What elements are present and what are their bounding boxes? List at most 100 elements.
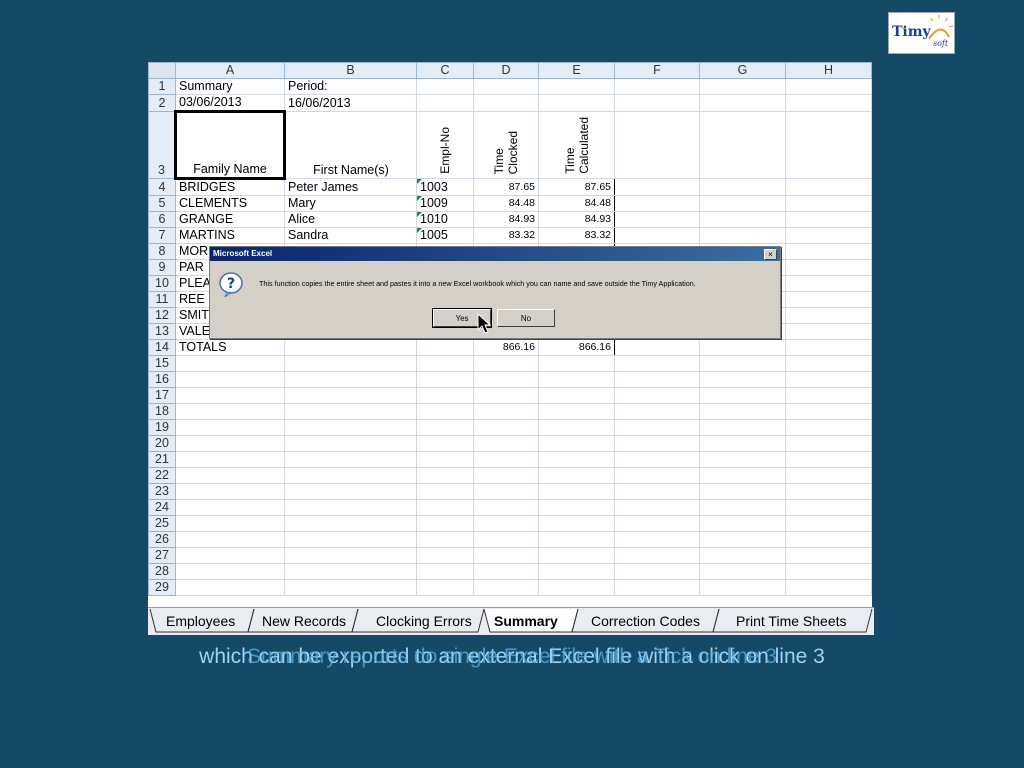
- sheet-tab-summary[interactable]: Summary: [494, 613, 558, 629]
- cell-h[interactable]: [785, 451, 872, 468]
- cell-c[interactable]: [416, 531, 474, 548]
- cell-d[interactable]: [473, 403, 539, 420]
- cell-e[interactable]: [538, 579, 615, 596]
- cell-g[interactable]: [699, 339, 786, 356]
- cell-g[interactable]: [699, 563, 786, 580]
- cell-d[interactable]: [473, 563, 539, 580]
- cell-e[interactable]: [538, 94, 615, 112]
- cell-a[interactable]: [175, 515, 285, 532]
- row-header[interactable]: 27: [148, 547, 176, 564]
- cell-a[interactable]: [175, 403, 285, 420]
- row-header[interactable]: 26: [148, 531, 176, 548]
- cell-d[interactable]: [473, 355, 539, 372]
- cell-b[interactable]: [284, 403, 417, 420]
- row-header[interactable]: 10: [148, 275, 176, 292]
- row-header[interactable]: 29: [148, 579, 176, 596]
- cell-c[interactable]: [416, 451, 474, 468]
- column-header-d[interactable]: D: [473, 62, 539, 79]
- cell-g[interactable]: [699, 211, 786, 228]
- cell-d[interactable]: 87.65: [473, 178, 539, 196]
- cell-d[interactable]: [473, 467, 539, 484]
- row-header[interactable]: 1: [148, 78, 176, 95]
- cell-h[interactable]: [785, 563, 872, 580]
- cell-b[interactable]: [284, 547, 417, 564]
- cell-f[interactable]: [614, 211, 700, 228]
- cell-f[interactable]: [614, 563, 700, 580]
- cell-b[interactable]: Peter James: [284, 178, 417, 196]
- cell-h[interactable]: [785, 579, 872, 596]
- cell-g[interactable]: [699, 94, 786, 112]
- row-header[interactable]: 2: [148, 94, 176, 112]
- cell-a[interactable]: [175, 531, 285, 548]
- cell-c[interactable]: [416, 355, 474, 372]
- cell-d[interactable]: [473, 78, 539, 95]
- cell-a[interactable]: GRANGE: [175, 211, 285, 228]
- cell-d[interactable]: [473, 483, 539, 500]
- cell-b[interactable]: 16/06/2013: [284, 94, 417, 112]
- cell-g[interactable]: [699, 387, 786, 404]
- cell-g[interactable]: [699, 451, 786, 468]
- close-button[interactable]: ×: [764, 249, 777, 260]
- cell-g[interactable]: [699, 195, 786, 212]
- row-header[interactable]: 23: [148, 483, 176, 500]
- cell-h[interactable]: [785, 323, 872, 340]
- cell-h[interactable]: [785, 403, 872, 420]
- cell-a[interactable]: [175, 483, 285, 500]
- cell-c[interactable]: [416, 403, 474, 420]
- column-header-e[interactable]: E: [538, 62, 615, 79]
- cell-f[interactable]: [614, 195, 700, 212]
- cell-f[interactable]: [614, 371, 700, 388]
- cell-a[interactable]: [175, 419, 285, 436]
- cell-e[interactable]: [538, 499, 615, 516]
- cell-e[interactable]: 866.16: [538, 339, 615, 356]
- cell-h[interactable]: [785, 387, 872, 404]
- cell-a[interactable]: [175, 387, 285, 404]
- row-header[interactable]: 22: [148, 467, 176, 484]
- cell-c[interactable]: 1005: [416, 227, 474, 244]
- row-header[interactable]: 9: [148, 259, 176, 276]
- column-header-f[interactable]: F: [614, 62, 700, 79]
- cell-b[interactable]: [284, 499, 417, 516]
- row-header[interactable]: 18: [148, 403, 176, 420]
- sheet-tab-print-time-sheets[interactable]: Print Time Sheets: [736, 613, 847, 629]
- row-header[interactable]: 24: [148, 499, 176, 516]
- cell-f[interactable]: [614, 111, 700, 179]
- cell-d[interactable]: [473, 387, 539, 404]
- cell-e[interactable]: [538, 451, 615, 468]
- cell-c[interactable]: [416, 563, 474, 580]
- cell-c[interactable]: [416, 483, 474, 500]
- sheet-tab-clocking-errors[interactable]: Clocking Errors: [376, 613, 472, 629]
- cell-b[interactable]: [284, 563, 417, 580]
- cell-e[interactable]: [538, 483, 615, 500]
- cell-c[interactable]: Empl-No: [416, 111, 474, 179]
- cell-f[interactable]: [614, 531, 700, 548]
- cell-f[interactable]: [614, 387, 700, 404]
- cell-g[interactable]: [699, 419, 786, 436]
- cell-h[interactable]: [785, 78, 872, 95]
- row-header[interactable]: 8: [148, 243, 176, 260]
- row-header[interactable]: 28: [148, 563, 176, 580]
- cell-f[interactable]: [614, 483, 700, 500]
- cell-d[interactable]: [473, 499, 539, 516]
- cell-f[interactable]: [614, 227, 700, 244]
- cell-e[interactable]: [538, 563, 615, 580]
- cell-b[interactable]: [284, 419, 417, 436]
- cell-f[interactable]: [614, 579, 700, 596]
- column-header-b[interactable]: B: [284, 62, 417, 79]
- row-header[interactable]: 25: [148, 515, 176, 532]
- cell-b[interactable]: Alice: [284, 211, 417, 228]
- cell-h[interactable]: [785, 499, 872, 516]
- cell-g[interactable]: [699, 531, 786, 548]
- cell-d[interactable]: [473, 515, 539, 532]
- cell-c[interactable]: [416, 78, 474, 95]
- cell-f[interactable]: [614, 355, 700, 372]
- cell-g[interactable]: [699, 355, 786, 372]
- cell-e[interactable]: [538, 371, 615, 388]
- cell-h[interactable]: [785, 531, 872, 548]
- cell-e[interactable]: 83.32: [538, 227, 615, 244]
- cell-h[interactable]: [785, 211, 872, 228]
- row-header[interactable]: 11: [148, 291, 176, 308]
- cell-h[interactable]: [785, 275, 872, 292]
- no-button[interactable]: No: [497, 309, 555, 327]
- cell-c[interactable]: [416, 435, 474, 452]
